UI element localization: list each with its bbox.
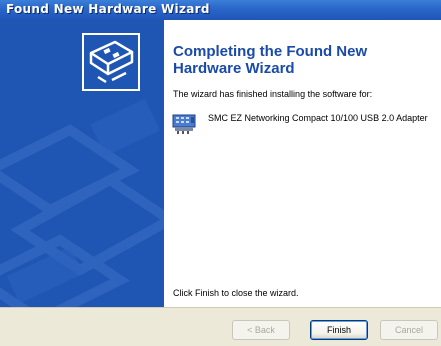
finish-instruction: Click Finish to close the wizard. [173, 288, 299, 298]
wizard-main-panel: Completing the Found New Hardware Wizard… [164, 20, 441, 307]
title-bar[interactable]: Found New Hardware Wizard [0, 0, 441, 20]
device-name: SMC EZ Networking Compact 10/100 USB 2.0… [208, 113, 428, 123]
page-title: Completing the Found New Hardware Wizard [173, 43, 368, 77]
wizard-window: Found New Hardware Wizard Completing the… [0, 0, 441, 346]
network-adapter-icon [172, 114, 196, 134]
finish-button[interactable]: Finish [310, 320, 368, 340]
cancel-button[interactable]: Cancel [380, 320, 438, 340]
completion-message: The wizard has finished installing the s… [173, 89, 373, 99]
wizard-content: Completing the Found New Hardware Wizard… [0, 20, 441, 307]
window-title: Found New Hardware Wizard [6, 2, 210, 16]
hardware-wizard-icon [82, 33, 140, 91]
back-button[interactable]: < Back [232, 320, 290, 340]
button-bar: < Back Finish Cancel [0, 307, 441, 346]
wizard-side-panel [0, 20, 164, 307]
